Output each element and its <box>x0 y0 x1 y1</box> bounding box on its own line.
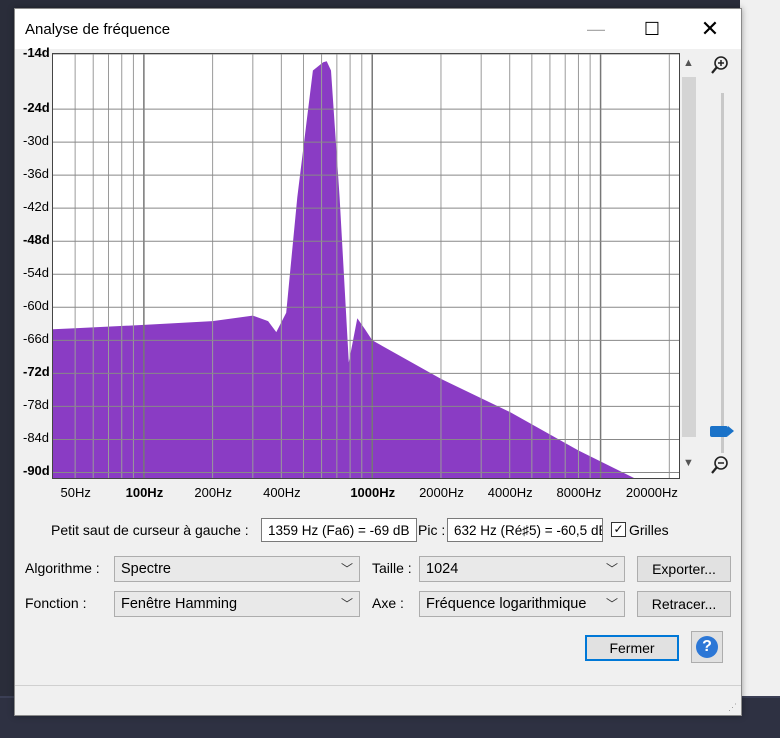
spectrum-area <box>53 61 679 478</box>
vertical-scrollbar[interactable]: ▲ ▼ <box>680 55 698 475</box>
close-window-button[interactable]: ✕ <box>687 9 733 49</box>
y-tick-label: -78d <box>23 397 50 413</box>
redraw-button[interactable]: Retracer... <box>637 591 731 617</box>
chevron-down-icon: ﹀ <box>340 562 353 576</box>
chevron-down-icon: ﹀ <box>340 597 353 611</box>
x-tick-label: 2000Hz <box>419 485 464 500</box>
function-label: Fonction : <box>25 595 87 611</box>
cursor-label: Petit saut de curseur à gauche : <box>51 522 249 538</box>
zoom-in-icon[interactable] <box>710 55 730 75</box>
y-tick-label: -72d <box>23 364 50 380</box>
algorithm-select[interactable]: Spectre ﹀ <box>114 556 360 582</box>
scroll-down-icon[interactable]: ▼ <box>683 457 694 469</box>
peak-value-field[interactable]: 632 Hz (Ré♯5) = -60,5 dB <box>447 518 603 542</box>
x-tick-label: 8000Hz <box>556 485 602 500</box>
function-select[interactable]: Fenêtre Hamming ﹀ <box>114 591 360 617</box>
axis-label: Axe : <box>372 595 404 611</box>
spectrum-chart-svg <box>53 53 679 478</box>
zoom-slider-handle[interactable] <box>710 426 734 437</box>
algorithm-label: Algorithme : <box>25 560 100 576</box>
title-bar: Analyse de fréquence — ☐ ✕ <box>15 9 741 49</box>
chevron-down-icon: ﹀ <box>605 597 618 611</box>
x-tick-label: 100Hz <box>125 485 164 500</box>
background-window <box>740 0 780 736</box>
y-tick-label: -14d <box>23 45 50 60</box>
spectrum-plot[interactable] <box>52 53 680 479</box>
y-tick-label: -54d <box>23 265 50 281</box>
scroll-track[interactable] <box>682 77 696 437</box>
chevron-down-icon: ﹀ <box>605 562 618 576</box>
algorithm-value: Spectre <box>121 561 171 577</box>
cursor-value-field[interactable]: 1359 Hz (Fa6) = -69 dB <box>261 518 417 542</box>
size-label: Taille : <box>372 560 412 576</box>
y-tick-label: -60d <box>23 298 50 314</box>
axis-value: Fréquence logarithmique <box>426 596 587 612</box>
y-tick-label: -48d <box>23 232 50 248</box>
x-tick-label: 1000Hz <box>350 485 396 500</box>
x-tick-label: 20000Hz <box>625 485 678 500</box>
grid-label: Grilles <box>629 522 669 538</box>
status-separator <box>15 685 741 686</box>
function-value: Fenêtre Hamming <box>121 596 238 612</box>
zoom-out-icon[interactable] <box>710 455 730 475</box>
export-button[interactable]: Exporter... <box>637 556 731 582</box>
help-icon: ? <box>696 636 718 658</box>
frequency-analysis-dialog: Analyse de fréquence — ☐ ✕ -14d -24d -30d -… <box>14 8 742 716</box>
size-select[interactable]: 1024 ﹀ <box>419 556 625 582</box>
resize-grip-icon[interactable]: ⋰ <box>728 702 738 712</box>
minimize-button[interactable]: — <box>573 9 619 49</box>
y-tick-label: -30d <box>23 133 50 149</box>
size-value: 1024 <box>426 561 459 577</box>
x-tick-label: 4000Hz <box>487 485 533 500</box>
peak-label: Pic : <box>418 522 446 538</box>
maximize-button[interactable]: ☐ <box>629 9 675 49</box>
grid-checkbox[interactable]: ✓ <box>611 522 626 537</box>
y-tick-label: -90d <box>23 463 50 479</box>
y-tick-label: -84d <box>23 430 50 446</box>
y-tick-label: -36d <box>23 166 50 182</box>
y-tick-label: -24d <box>23 100 50 116</box>
zoom-slider-track[interactable] <box>721 93 724 453</box>
x-tick-label: 50Hz <box>60 485 91 500</box>
x-tick-label: 400Hz <box>263 485 301 500</box>
axis-select[interactable]: Fréquence logarithmique ﹀ <box>419 591 625 617</box>
x-tick-label: 200Hz <box>194 485 232 500</box>
close-button[interactable]: Fermer <box>585 635 679 661</box>
y-tick-label: -66d <box>23 331 50 347</box>
window-title: Analyse de fréquence <box>25 21 171 38</box>
y-tick-label: -42d <box>23 199 50 215</box>
help-button[interactable]: ? <box>691 631 723 663</box>
scroll-up-icon[interactable]: ▲ <box>683 57 694 69</box>
